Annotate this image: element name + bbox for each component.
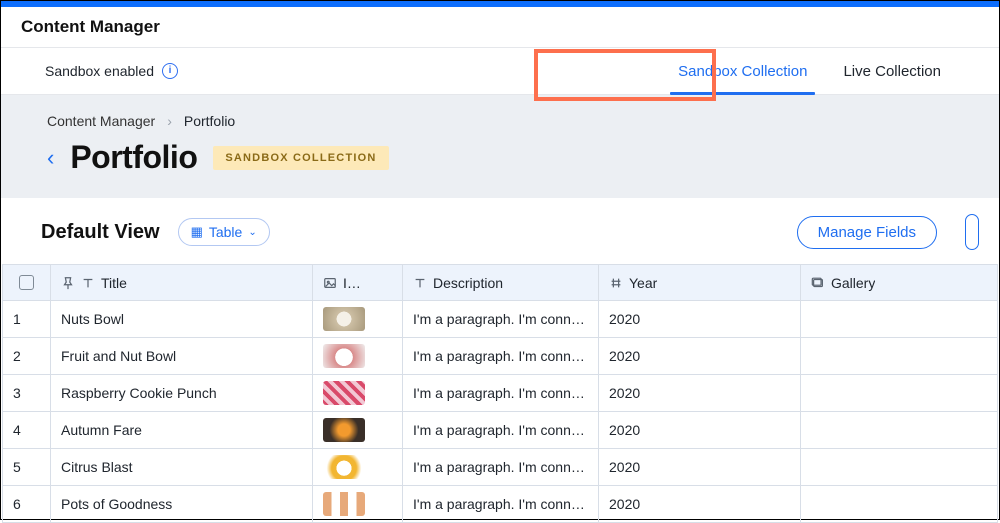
- image-icon: [323, 276, 337, 290]
- table-row[interactable]: 1Nuts Bowl I'm a paragraph. I'm conn…2020: [3, 301, 998, 338]
- sandbox-collection-badge: SANDBOX COLLECTION: [213, 146, 388, 170]
- view-toolbar: Default View ▦ Table ⌄ Manage Fields: [1, 198, 999, 264]
- cell-year[interactable]: 2020: [599, 412, 801, 449]
- gallery-icon: [811, 276, 825, 290]
- cell-description[interactable]: I'm a paragraph. I'm conn…: [403, 412, 599, 449]
- breadcrumb-root[interactable]: Content Manager: [47, 113, 155, 129]
- cell-image[interactable]: [313, 338, 403, 375]
- manage-fields-label: Manage Fields: [818, 224, 916, 241]
- header-year-label: Year: [629, 275, 657, 291]
- header-title[interactable]: Title: [51, 265, 313, 301]
- thumbnail: [323, 344, 365, 368]
- sandbox-enabled-label: Sandbox enabled: [45, 63, 154, 79]
- cell-title[interactable]: Autumn Fare: [51, 412, 313, 449]
- tab-sandbox-label: Sandbox Collection: [678, 63, 807, 80]
- title-row: ‹ Portfolio SANDBOX COLLECTION: [21, 139, 979, 176]
- cell-gallery[interactable]: [801, 412, 998, 449]
- cell-description[interactable]: I'm a paragraph. I'm conn…: [403, 338, 599, 375]
- page-header-area: Content Manager › Portfolio ‹ Portfolio …: [1, 95, 999, 198]
- table-row[interactable]: 2Fruit and Nut Bowl I'm a paragraph. I'm …: [3, 338, 998, 375]
- cell-year[interactable]: 2020: [599, 375, 801, 412]
- cell-year[interactable]: 2020: [599, 449, 801, 486]
- cell-gallery[interactable]: [801, 486, 998, 523]
- table-row[interactable]: 3Raspberry Cookie Punch I'm a paragraph. …: [3, 375, 998, 412]
- number-icon: [609, 276, 623, 290]
- header-year[interactable]: Year: [599, 265, 801, 301]
- subheader: Sandbox enabled i Sandbox Collection Liv…: [1, 47, 999, 95]
- tab-live-collection[interactable]: Live Collection: [825, 48, 959, 94]
- text-icon: [81, 276, 95, 290]
- cell-description[interactable]: I'm a paragraph. I'm conn…: [403, 449, 599, 486]
- table-row[interactable]: 4Autumn Fare I'm a paragraph. I'm conn…20…: [3, 412, 998, 449]
- view-name: Default View: [41, 221, 160, 244]
- table-icon: ▦: [191, 224, 203, 240]
- pin-icon: [61, 276, 75, 290]
- text-icon: [413, 276, 427, 290]
- cell-title[interactable]: Fruit and Nut Bowl: [51, 338, 313, 375]
- manage-fields-button[interactable]: Manage Fields: [797, 216, 937, 249]
- header-image-label: I…: [343, 275, 361, 291]
- sandbox-status: Sandbox enabled i: [1, 63, 178, 79]
- app-title: Content Manager: [21, 17, 160, 37]
- header-image[interactable]: I…: [313, 265, 403, 301]
- row-number: 5: [3, 449, 51, 486]
- overflow-button[interactable]: [965, 214, 979, 250]
- header-description[interactable]: Description: [403, 265, 599, 301]
- view-mode-dropdown[interactable]: ▦ Table ⌄: [178, 218, 270, 246]
- header-gallery-label: Gallery: [831, 275, 875, 291]
- cell-year[interactable]: 2020: [599, 338, 801, 375]
- back-chevron-icon[interactable]: ‹: [47, 145, 54, 171]
- header-checkbox-cell: [3, 265, 51, 301]
- row-number: 3: [3, 375, 51, 412]
- header-description-label: Description: [433, 275, 503, 291]
- thumbnail: [323, 492, 365, 516]
- cell-title[interactable]: Citrus Blast: [51, 449, 313, 486]
- thumbnail: [323, 381, 365, 405]
- breadcrumb-current: Portfolio: [184, 113, 235, 129]
- cell-gallery[interactable]: [801, 301, 998, 338]
- table-header-row: Title I… Description Year: [3, 265, 998, 301]
- cell-image[interactable]: [313, 486, 403, 523]
- cell-year[interactable]: 2020: [599, 301, 801, 338]
- row-number: 4: [3, 412, 51, 449]
- header-bar: Content Manager: [1, 7, 999, 47]
- breadcrumb: Content Manager › Portfolio: [21, 113, 979, 129]
- data-table: Title I… Description Year: [2, 264, 998, 523]
- select-all-checkbox[interactable]: [19, 275, 34, 290]
- chevron-down-icon: ⌄: [248, 227, 256, 238]
- thumbnail: [323, 418, 365, 442]
- table-row[interactable]: 5Citrus Blast I'm a paragraph. I'm conn…2…: [3, 449, 998, 486]
- cell-title[interactable]: Pots of Goodness: [51, 486, 313, 523]
- cell-image[interactable]: [313, 412, 403, 449]
- cell-image[interactable]: [313, 449, 403, 486]
- cell-gallery[interactable]: [801, 449, 998, 486]
- table-row[interactable]: 6Pots of Goodness I'm a paragraph. I'm co…: [3, 486, 998, 523]
- header-title-label: Title: [101, 275, 127, 291]
- chevron-right-icon: ›: [167, 113, 172, 129]
- cell-description[interactable]: I'm a paragraph. I'm conn…: [403, 301, 599, 338]
- thumbnail: [323, 307, 365, 331]
- info-icon[interactable]: i: [162, 63, 178, 79]
- cell-gallery[interactable]: [801, 338, 998, 375]
- cell-title[interactable]: Raspberry Cookie Punch: [51, 375, 313, 412]
- cell-description[interactable]: I'm a paragraph. I'm conn…: [403, 375, 599, 412]
- view-mode-label: Table: [209, 224, 242, 240]
- cell-image[interactable]: [313, 375, 403, 412]
- cell-title[interactable]: Nuts Bowl: [51, 301, 313, 338]
- tab-sandbox-collection[interactable]: Sandbox Collection: [660, 48, 825, 94]
- header-gallery[interactable]: Gallery: [801, 265, 998, 301]
- row-number: 2: [3, 338, 51, 375]
- cell-gallery[interactable]: [801, 375, 998, 412]
- cell-year[interactable]: 2020: [599, 486, 801, 523]
- cell-description[interactable]: I'm a paragraph. I'm conn…: [403, 486, 599, 523]
- row-number: 6: [3, 486, 51, 523]
- cell-image[interactable]: [313, 301, 403, 338]
- tab-live-label: Live Collection: [843, 63, 941, 80]
- page-title: Portfolio: [70, 139, 197, 176]
- collection-tabs: Sandbox Collection Live Collection: [660, 48, 999, 94]
- row-number: 1: [3, 301, 51, 338]
- thumbnail: [323, 455, 365, 479]
